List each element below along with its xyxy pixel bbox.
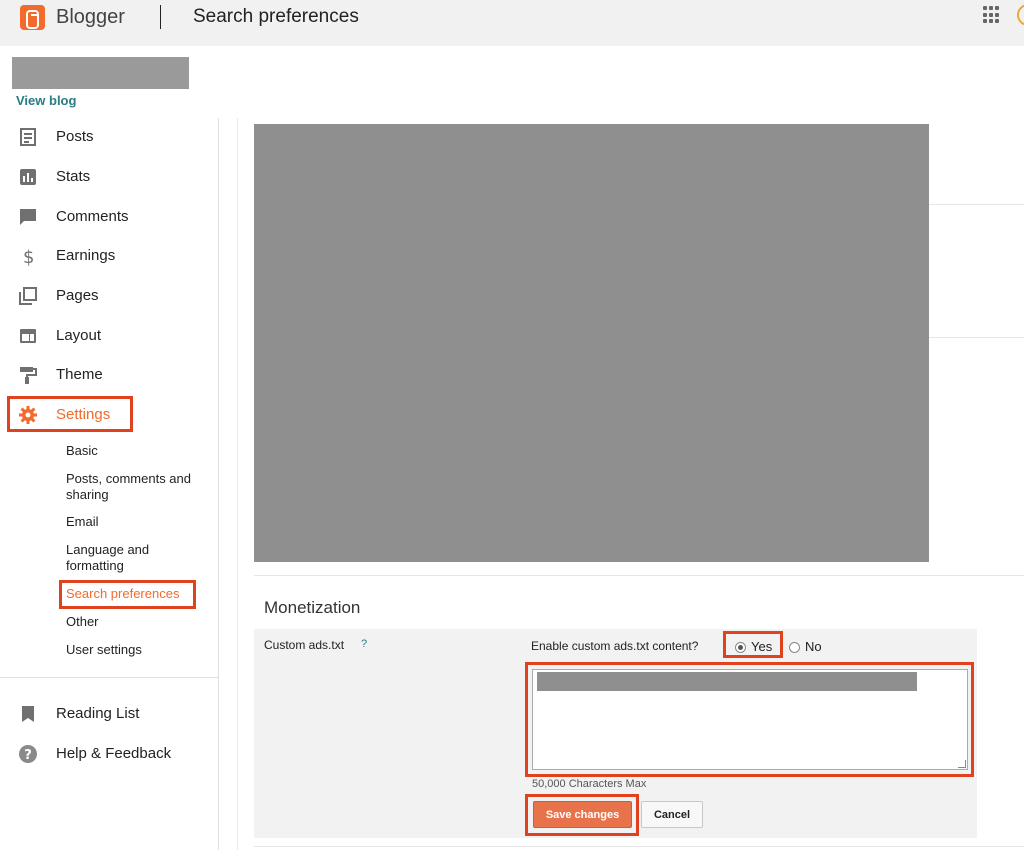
- bookmark-icon: [22, 706, 34, 722]
- sidebar-bottom-divider: [0, 677, 218, 678]
- blog-name-redacted[interactable]: [12, 57, 189, 89]
- svg-text:$: $: [23, 247, 34, 266]
- sidebar-item-label: Comments: [56, 208, 129, 225]
- view-blog-link[interactable]: View blog: [16, 93, 76, 108]
- top-bar: Blogger Search preferences: [0, 0, 1024, 46]
- sidebar-item-label: Reading List: [56, 705, 140, 722]
- page-title: Search preferences: [193, 6, 359, 27]
- sidebar-item-pages[interactable]: Pages: [0, 278, 218, 314]
- textarea-highlight-box: [525, 662, 974, 777]
- settings-highlight-box: [7, 396, 133, 432]
- sidebar-item-label: Posts: [56, 128, 94, 145]
- save-highlight-box: [525, 794, 639, 836]
- stats-icon: [20, 169, 36, 185]
- blogger-logo-icon[interactable]: [20, 5, 45, 30]
- enable-custom-ads-label: Enable custom ads.txt content?: [531, 639, 699, 653]
- content-left-border: [237, 118, 238, 850]
- sidebar-item-label: Help & Feedback: [56, 745, 172, 762]
- character-limit-note: 50,000 Characters Max: [532, 778, 647, 790]
- redacted-settings-area: [254, 124, 929, 562]
- search-preferences-highlight-box: [59, 580, 196, 609]
- apps-grid-icon[interactable]: [983, 6, 1001, 24]
- sidebar-item-earnings[interactable]: $ Earnings: [0, 238, 218, 274]
- sidebar-item-label: Stats: [56, 168, 91, 185]
- sidebar-item-label: Layout: [56, 327, 102, 344]
- sidebar-item-theme[interactable]: Theme: [0, 357, 218, 393]
- sidebar-item-comments[interactable]: Comments: [0, 199, 218, 235]
- dollar-icon: $: [23, 247, 34, 266]
- svg-text:?: ?: [24, 748, 32, 763]
- posts-icon: [20, 128, 36, 146]
- sidebar-item-label: Earnings: [56, 247, 116, 264]
- paint-roller-icon: [20, 367, 37, 384]
- account-avatar[interactable]: [1017, 4, 1024, 26]
- sidebar-item-reading-list[interactable]: Reading List: [0, 696, 218, 732]
- settings-sub-user-settings[interactable]: User settings: [66, 642, 142, 658]
- no-radio[interactable]: [789, 642, 800, 653]
- section-divider: [929, 337, 1024, 338]
- cancel-button[interactable]: Cancel: [641, 801, 703, 828]
- sidebar-item-label: Theme: [56, 366, 103, 383]
- settings-sub-language-formatting[interactable]: Language and formatting: [66, 542, 166, 574]
- brand-name[interactable]: Blogger: [56, 6, 125, 29]
- sidebar-item-stats[interactable]: Stats: [0, 159, 218, 195]
- section-divider: [254, 575, 1024, 576]
- sidebar-item-posts[interactable]: Posts: [0, 119, 218, 155]
- section-divider: [929, 204, 1024, 205]
- header-divider: [160, 5, 161, 29]
- comments-icon: [20, 209, 36, 225]
- sidebar-item-layout[interactable]: Layout: [0, 318, 218, 354]
- pages-icon: [19, 287, 37, 305]
- settings-sub-posts-comments-sharing[interactable]: Posts, comments and sharing: [66, 471, 206, 503]
- help-icon: ?: [19, 745, 37, 763]
- layout-icon: [20, 329, 36, 343]
- monetization-title: Monetization: [264, 598, 361, 617]
- custom-ads-txt-label: Custom ads.txt: [264, 638, 345, 652]
- sidebar-item-help-feedback[interactable]: ? Help & Feedback: [0, 736, 218, 772]
- settings-sub-other[interactable]: Other: [66, 614, 99, 630]
- no-radio-label[interactable]: No: [805, 639, 822, 654]
- section-divider: [254, 846, 1024, 847]
- sidebar-divider: [218, 118, 219, 850]
- settings-sub-basic[interactable]: Basic: [66, 443, 98, 459]
- sidebar-item-label: Pages: [56, 287, 99, 304]
- yes-highlight-box: [723, 631, 783, 658]
- help-question-link[interactable]: ?: [361, 638, 367, 650]
- settings-sub-email[interactable]: Email: [66, 514, 99, 530]
